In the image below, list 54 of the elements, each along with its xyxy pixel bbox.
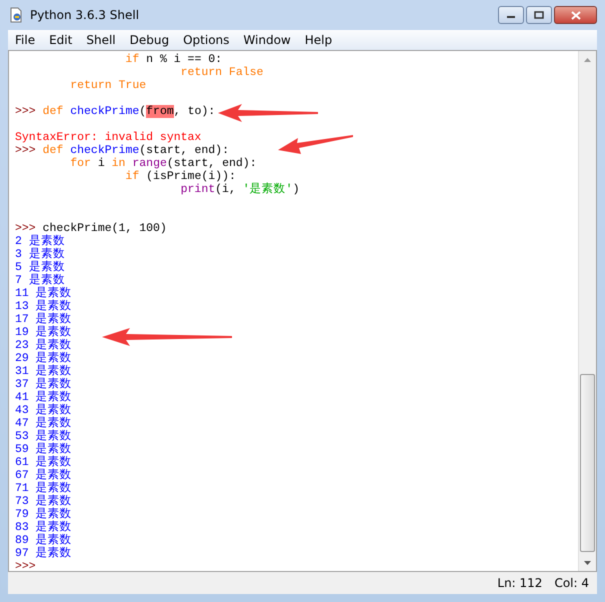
shell-line: 3 是素数 [15,248,65,261]
shell-line: 83 是素数 [15,521,72,534]
shell-line: >>> checkPrime(1, 100) [15,222,167,235]
shell-line: 41 是素数 [15,391,72,404]
shell-line: 5 是素数 [15,261,65,274]
shell-line: 79 是素数 [15,508,72,521]
minimize-button[interactable] [498,6,524,24]
shell-line: if n % i == 0: [124,53,222,66]
shell-line: print(i, '是素数') [180,183,300,196]
shell-line: 73 是素数 [15,495,72,508]
shell-line: 17 是素数 [15,313,72,326]
menu-item[interactable]: Shell [79,33,123,47]
menu-item[interactable]: File [8,33,42,47]
shell-line: 23 是素数 [15,339,72,352]
shell-line: >>> def checkPrime(start, end): [15,144,229,157]
shell-line: 89 是素数 [15,534,72,547]
menu-item[interactable]: Edit [42,33,80,47]
shell-line: 59 是素数 [15,443,72,456]
scroll-down-icon[interactable] [584,560,591,564]
shell-line: for i in range(start, end): [69,157,257,170]
line-number: Ln: 112 [497,576,542,590]
shell-line: 97 是素数 [15,547,72,560]
maximize-icon [534,11,544,19]
shell-line: 31 是素数 [15,365,72,378]
shell-line: return True [69,79,146,92]
menu-item[interactable]: Options [176,33,236,47]
shell-line: 37 是素数 [15,378,72,391]
shell-line: if (isPrime(i)): [124,170,236,183]
shell-line: 47 是素数 [15,417,72,430]
close-button[interactable] [554,6,597,24]
shell-line: SyntaxError: invalid syntax [15,131,202,144]
shell-line: 11 是素数 [15,287,72,300]
column-number: Col: 4 [554,576,589,590]
document-icon [8,7,24,23]
menu-item[interactable]: Help [298,33,340,47]
window-title: Python 3.6.3 Shell [30,8,140,22]
shell-line: 19 是素数 [15,326,72,339]
shell-line: 29 是素数 [15,352,72,365]
shell-line: >>> def checkPrime(from, to): [15,105,216,118]
shell-line: 53 是素数 [15,430,72,443]
shell-line: 2 是素数 [15,235,65,248]
shell-line: 7 是素数 [15,274,65,287]
menu-item[interactable]: Debug [122,33,176,47]
shell-line: 13 是素数 [15,300,72,313]
shell-line: >>> [15,560,36,571]
shell-line: 61 是素数 [15,456,72,469]
close-icon [570,10,580,20]
shell-line: 67 是素数 [15,469,72,482]
shell-line: return False [180,66,264,79]
maximize-button[interactable] [526,6,552,24]
shell-line: 71 是素数 [15,482,72,495]
shell-line: 43 是素数 [15,404,72,417]
scrollbar-thumb[interactable] [580,374,595,552]
menu-item[interactable]: Window [236,33,298,47]
